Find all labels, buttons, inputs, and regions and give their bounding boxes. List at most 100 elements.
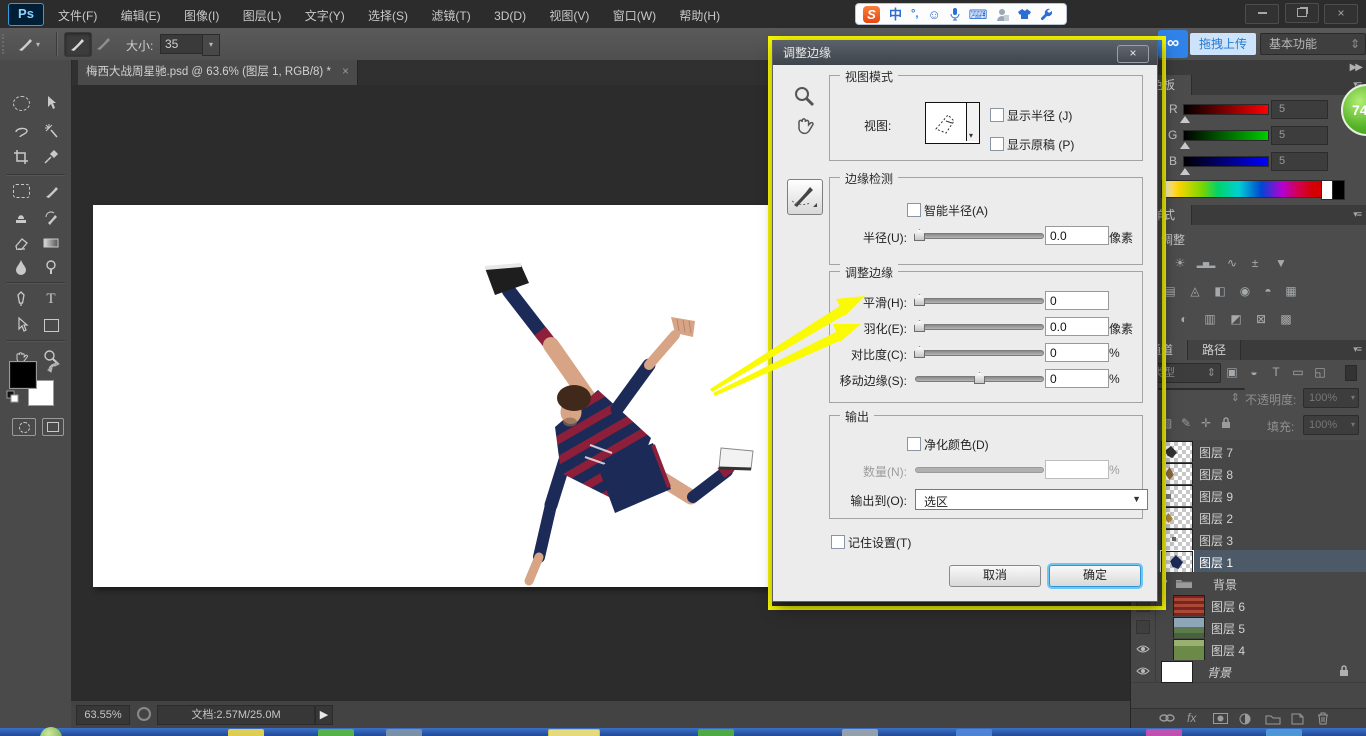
layer-thumbnail[interactable] <box>1173 617 1205 639</box>
link-layers-icon[interactable] <box>1159 713 1175 723</box>
layer-row[interactable]: 图层 9 <box>1131 484 1366 507</box>
lasso-tool[interactable] <box>8 120 34 142</box>
ok-button[interactable]: 确定 <box>1049 565 1141 587</box>
zoom-level-field[interactable]: 63.55% <box>76 705 130 725</box>
sogou-logo-icon[interactable]: S <box>863 6 880 23</box>
blur-tool[interactable] <box>8 256 34 278</box>
blue-value-field[interactable]: 5 <box>1271 152 1328 171</box>
taskbar-app-icon[interactable] <box>228 729 264 736</box>
color-lookup-icon[interactable]: ▦ <box>1280 283 1302 300</box>
layer-name[interactable]: 图层 2 <box>1199 510 1233 527</box>
ime-chinese-mode-icon[interactable]: 中 <box>889 8 902 21</box>
show-radius-checkbox[interactable] <box>990 108 1004 122</box>
layer-name[interactable]: 图层 4 <box>1211 642 1245 659</box>
new-group-icon[interactable] <box>1265 714 1281 725</box>
brush-size-value[interactable]: 35 <box>160 34 204 54</box>
move-tool[interactable] <box>38 92 64 114</box>
blue-channel-slider[interactable] <box>1183 156 1269 167</box>
lock-move-icon[interactable]: ✛ <box>1201 416 1211 430</box>
filter-smart-objects-icon[interactable]: ◱ <box>1309 364 1331 381</box>
color-balance-icon[interactable]: ◬ <box>1184 283 1206 300</box>
filter-type-layers-icon[interactable]: T <box>1265 364 1287 381</box>
canvas[interactable] <box>93 205 770 587</box>
add-layer-mask-icon[interactable] <box>1213 713 1228 724</box>
vibrance-icon[interactable]: ▼ <box>1270 255 1292 272</box>
layer-name[interactable]: 图层 6 <box>1211 598 1245 615</box>
menu-edit[interactable]: 编辑(E) <box>111 0 171 24</box>
menu-select[interactable]: 选择(S) <box>358 0 418 24</box>
filter-toggle-switch[interactable] <box>1345 365 1357 381</box>
tool-preset-picker[interactable]: ▾ <box>16 33 50 55</box>
dialog-zoom-tool-icon[interactable] <box>793 85 815 107</box>
brush-size-dropdown-icon[interactable]: ▾ <box>202 34 220 56</box>
curves-icon[interactable]: ∿ <box>1221 255 1243 272</box>
menu-3d[interactable]: 3D(D) <box>484 2 536 23</box>
decontaminate-colors-checkbox[interactable] <box>907 437 921 451</box>
green-slider-thumb[interactable] <box>1180 142 1190 149</box>
layer-row[interactable]: 图层 2 <box>1131 506 1366 529</box>
ime-skin-icon[interactable] <box>1018 8 1031 20</box>
document-tab[interactable]: 梅西大战周星驰.psd @ 63.6% (图层 1, RGB/8) * × <box>78 60 358 85</box>
ime-keyboard-icon[interactable]: ⌨ <box>969 8 988 21</box>
dialog-hand-tool-icon[interactable] <box>793 115 817 137</box>
path-selection-tool[interactable] <box>8 314 34 336</box>
green-value-field[interactable]: 5 <box>1271 126 1328 145</box>
foreground-color-swatch[interactable] <box>10 362 36 388</box>
spectrum-black-swatch[interactable] <box>1332 180 1345 200</box>
taskbar-app-icon[interactable] <box>1146 729 1182 736</box>
layer-row[interactable]: 图层 6 <box>1131 594 1366 617</box>
default-colors-icon[interactable] <box>6 390 20 404</box>
view-thumbnail-dropdown[interactable]: ▾ <box>925 102 980 144</box>
taskbar-app-icon[interactable] <box>842 729 878 736</box>
drag-upload-button[interactable]: 拖拽上传 <box>1190 33 1256 55</box>
layer-name[interactable]: 图层 1 <box>1199 554 1233 571</box>
opacity-value-dropdown[interactable]: 100% ▾ <box>1303 388 1359 408</box>
background-layer-row[interactable]: 背景 <box>1131 660 1366 683</box>
pen-tool[interactable] <box>8 288 34 310</box>
gradient-tool[interactable] <box>38 232 64 254</box>
layer-thumbnail[interactable] <box>1173 639 1205 661</box>
smooth-slider-thumb[interactable] <box>914 294 925 306</box>
delete-layer-trash-icon[interactable] <box>1317 712 1329 725</box>
feather-slider-thumb[interactable] <box>914 320 925 332</box>
ime-microphone-icon[interactable] <box>950 7 960 21</box>
panel-menu-icon[interactable]: ▾≡ <box>1353 209 1361 220</box>
menu-filter[interactable]: 滤镜(T) <box>421 0 480 24</box>
elliptical-marquee-tool[interactable] <box>8 92 34 114</box>
green-channel-slider[interactable] <box>1183 130 1269 141</box>
photo-filter-icon[interactable]: ◉ <box>1234 283 1256 300</box>
menu-view[interactable]: 视图(V) <box>539 0 599 24</box>
color-spectrum-ramp[interactable] <box>1161 180 1323 198</box>
smart-radius-checkbox[interactable] <box>907 203 921 217</box>
contrast-input[interactable] <box>1045 343 1109 362</box>
invert-icon[interactable]: ◐ <box>1173 311 1195 328</box>
fill-value-dropdown[interactable]: 100% ▾ <box>1303 415 1359 435</box>
ime-emoji-icon[interactable]: ☺ <box>927 8 940 21</box>
feather-input[interactable] <box>1045 317 1109 336</box>
layer-row[interactable]: 图层 4 <box>1131 638 1366 661</box>
red-channel-slider[interactable] <box>1183 104 1269 115</box>
red-slider-thumb[interactable] <box>1180 116 1190 123</box>
menu-layer[interactable]: 图层(L) <box>233 0 292 24</box>
restore-button[interactable] <box>1285 3 1319 23</box>
menu-image[interactable]: 图像(I) <box>174 0 229 24</box>
taskbar-app-icon-active[interactable] <box>548 729 600 736</box>
visibility-empty-well[interactable] <box>1131 616 1156 638</box>
magic-wand-tool[interactable] <box>38 120 64 142</box>
layer-thumbnail[interactable] <box>1161 661 1193 683</box>
shift-edge-slider-thumb[interactable] <box>974 372 985 384</box>
taskbar-app-icon[interactable] <box>386 729 422 736</box>
group-name[interactable]: 背景 <box>1213 576 1237 593</box>
start-orb[interactable] <box>40 727 62 736</box>
selective-color-icon[interactable]: ⊠ <box>1250 311 1272 328</box>
layer-name[interactable]: 图层 8 <box>1199 466 1233 483</box>
menu-type[interactable]: 文字(Y) <box>295 0 355 24</box>
clone-stamp-tool[interactable] <box>8 207 34 229</box>
layer-row[interactable]: 图层 3 <box>1131 528 1366 551</box>
exposure-icon[interactable]: ± <box>1244 255 1266 272</box>
layer-name[interactable]: 图层 7 <box>1199 444 1233 461</box>
crop-tool[interactable] <box>8 146 34 168</box>
channel-mixer-icon[interactable]: ◓ <box>1257 283 1279 300</box>
new-layer-icon[interactable] <box>1291 713 1304 725</box>
status-options-arrow-icon[interactable]: ▶ <box>315 705 333 725</box>
